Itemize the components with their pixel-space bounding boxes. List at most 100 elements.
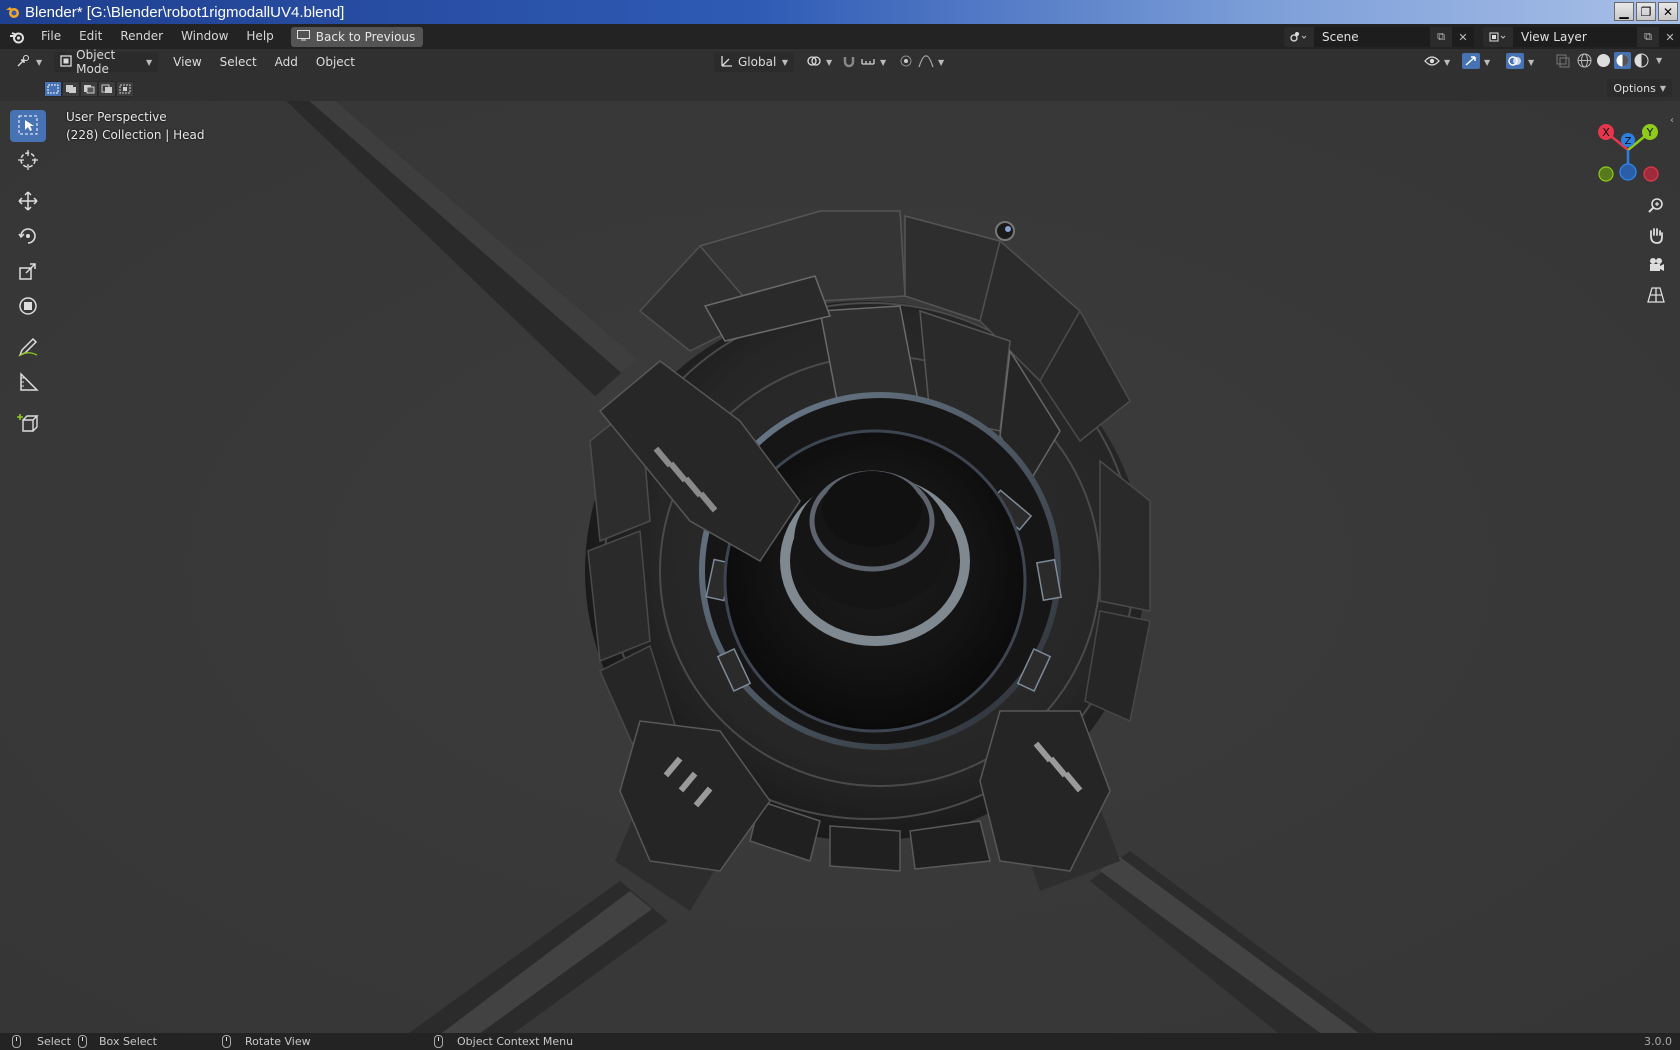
- screen-icon: [296, 29, 310, 44]
- select-difference-icon[interactable]: [98, 81, 116, 97]
- scale-tool[interactable]: [10, 256, 46, 288]
- menu-select[interactable]: Select: [211, 55, 266, 69]
- hand-icon: [1647, 226, 1665, 247]
- pencil-icon: [17, 336, 39, 361]
- scene-selector[interactable]: Scene ⧉ ✕: [1284, 27, 1474, 47]
- menu-help[interactable]: Help: [237, 24, 282, 49]
- pan-view-button[interactable]: [1643, 223, 1669, 249]
- chevron-down-icon[interactable]: ▼: [1656, 52, 1662, 72]
- minimize-button[interactable]: ▁: [1614, 2, 1634, 21]
- perspective-toggle-button[interactable]: [1643, 283, 1669, 309]
- neg-y-axis-handle[interactable]: [1598, 166, 1614, 182]
- 3d-viewport[interactable]: X Y Z ‹: [0, 101, 1680, 1033]
- transform-tool[interactable]: [10, 291, 46, 323]
- new-view-layer-icon[interactable]: ⧉: [1637, 27, 1659, 47]
- mouse-drag-icon: [78, 1035, 87, 1048]
- menu-add[interactable]: Add: [266, 55, 307, 69]
- xray-toggle[interactable]: [1550, 52, 1576, 72]
- status-select-label: Select: [37, 1035, 71, 1048]
- zoom-view-button[interactable]: [1643, 193, 1669, 219]
- view-layer-name-field[interactable]: View Layer: [1513, 27, 1637, 47]
- select-extend-icon[interactable]: [62, 81, 80, 97]
- menu-edit[interactable]: Edit: [70, 24, 111, 49]
- chevron-down-icon: ▼: [781, 57, 788, 67]
- ruler-icon: [17, 371, 39, 396]
- overlays-toggle[interactable]: ▼: [1500, 52, 1540, 72]
- transform-orientation-dropdown[interactable]: Global ▼: [714, 52, 794, 72]
- options-dropdown[interactable]: Options ▼: [1607, 79, 1672, 97]
- neg-z-axis-handle[interactable]: [1619, 163, 1637, 181]
- shading-mode-group: ▼: [1576, 52, 1662, 72]
- gizmo-toggle[interactable]: ▼: [1456, 52, 1496, 72]
- status-rotate-view-label: Rotate View: [245, 1035, 311, 1048]
- mouse-middle-icon: [222, 1035, 231, 1048]
- select-box-tool[interactable]: [10, 110, 46, 142]
- camera-icon: [1647, 256, 1665, 277]
- neg-x-axis-handle[interactable]: [1643, 166, 1659, 182]
- pivot-point-dropdown[interactable]: ▼: [800, 52, 838, 72]
- object-mode-dropdown[interactable]: Object Mode ▼: [54, 48, 159, 76]
- window-title: Blender* [G:\Blender\robot1rigmodallUV4.…: [25, 3, 345, 21]
- delete-scene-icon[interactable]: ✕: [1452, 27, 1474, 47]
- proportional-editing-toggle[interactable]: ▼: [892, 52, 950, 72]
- camera-view-button[interactable]: [1643, 253, 1669, 279]
- wireframe-shading-icon[interactable]: [1576, 52, 1593, 72]
- status-box-select: Box Select: [78, 1035, 157, 1048]
- menu-object[interactable]: Object: [307, 55, 364, 69]
- solid-shading-icon[interactable]: [1595, 52, 1612, 72]
- view-layer-icon[interactable]: [1483, 27, 1513, 47]
- chevron-down-icon: ▼: [36, 57, 43, 67]
- chevron-down-icon: ▼: [146, 57, 153, 67]
- title-bar: Blender* [G:\Blender\robot1rigmodallUV4.…: [0, 0, 1680, 24]
- cursor-tool[interactable]: [10, 145, 46, 177]
- view-layer-selector[interactable]: View Layer ⧉ ✕: [1483, 27, 1680, 47]
- navigation-gizmo[interactable]: X Y Z: [1588, 118, 1668, 198]
- orientation-icon: [720, 54, 734, 71]
- orientation-label: Global: [738, 55, 777, 69]
- measure-tool[interactable]: [10, 367, 46, 399]
- delete-view-layer-icon[interactable]: ✕: [1659, 27, 1680, 47]
- snap-toggle[interactable]: ▼: [836, 52, 892, 72]
- add-cube-icon: [17, 412, 39, 437]
- menu-view[interactable]: View: [164, 55, 210, 69]
- editor-type-selector[interactable]: ▼: [10, 52, 48, 72]
- visibility-dropdown[interactable]: ▼: [1418, 52, 1456, 72]
- status-context-menu: Object Context Menu: [434, 1035, 573, 1048]
- chevron-down-icon: ▼: [1528, 57, 1535, 67]
- overlays-icon: [1506, 52, 1524, 72]
- cursor-icon: [17, 149, 39, 174]
- new-scene-icon[interactable]: ⧉: [1430, 27, 1452, 47]
- scene-name-field[interactable]: Scene: [1314, 27, 1430, 47]
- select-intersect-icon[interactable]: [116, 81, 134, 97]
- rendered-shading-icon[interactable]: [1633, 52, 1650, 72]
- mouse-right-icon: [434, 1035, 443, 1048]
- gizmo-icon: [1462, 52, 1480, 72]
- status-select: Select: [12, 1035, 71, 1048]
- close-button[interactable]: ✕: [1658, 2, 1678, 21]
- restore-button[interactable]: ❐: [1636, 2, 1656, 21]
- add-cube-tool[interactable]: [10, 408, 46, 440]
- close-icon: ✕: [1662, 4, 1674, 19]
- menu-file[interactable]: File: [32, 24, 70, 49]
- pivot-icon: [806, 54, 822, 71]
- back-to-previous-button[interactable]: Back to Previous: [290, 26, 424, 47]
- scene-icon[interactable]: [1284, 27, 1314, 47]
- blender-app-icon: [4, 3, 22, 21]
- blender-logo-icon[interactable]: [8, 28, 26, 46]
- sidebar-collapse-icon[interactable]: ‹: [1670, 115, 1674, 126]
- select-new-icon[interactable]: [44, 81, 62, 97]
- annotate-tool[interactable]: [10, 332, 46, 364]
- rotate-tool[interactable]: [10, 221, 46, 253]
- material-preview-icon[interactable]: [1614, 52, 1631, 72]
- menu-window[interactable]: Window: [172, 24, 237, 49]
- status-rotate-view: Rotate View: [222, 1035, 311, 1048]
- menu-render[interactable]: Render: [111, 24, 172, 49]
- tool-shelf: [10, 110, 48, 443]
- chevron-down-icon: ▼: [938, 57, 945, 67]
- object-mode-label: Object Mode: [76, 48, 116, 76]
- select-subtract-icon[interactable]: [80, 81, 98, 97]
- eye-icon: [1424, 55, 1440, 70]
- viewport-header: ▼ Object Mode ▼ View Select Add Object G…: [0, 48, 1680, 76]
- move-tool[interactable]: [10, 186, 46, 218]
- move-icon: [17, 190, 39, 215]
